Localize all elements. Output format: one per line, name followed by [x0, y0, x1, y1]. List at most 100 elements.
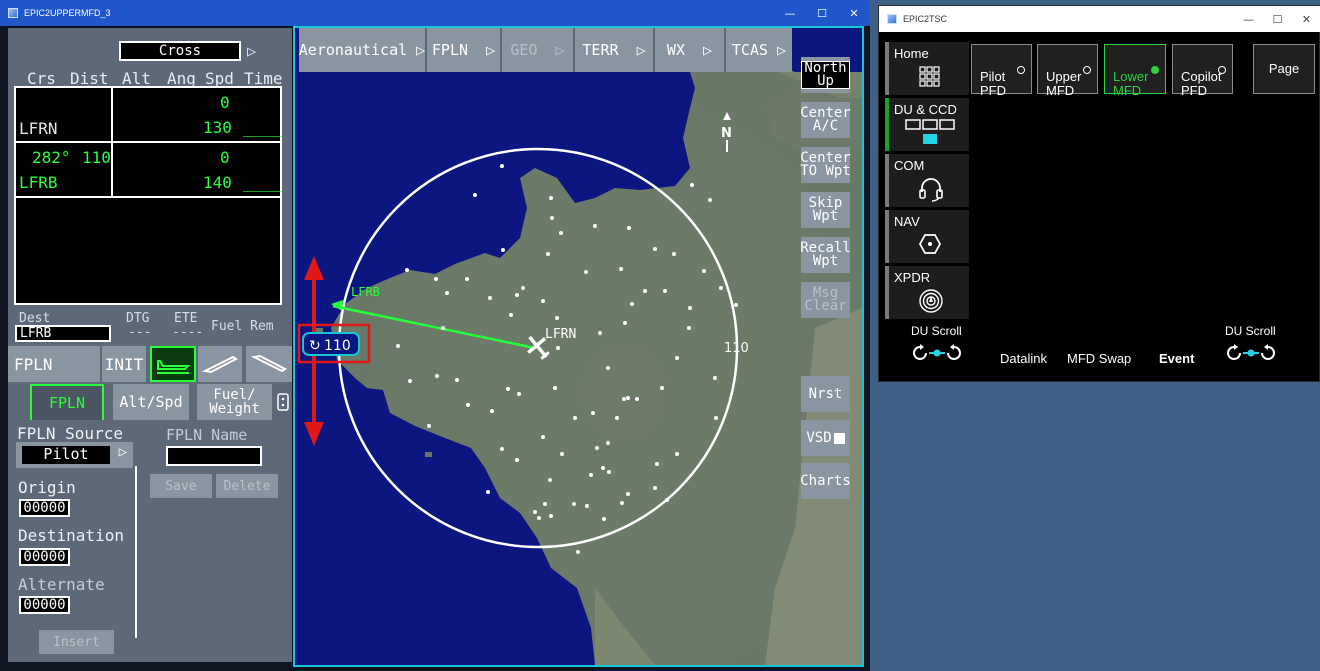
- ete-value: ----: [172, 325, 204, 340]
- tab-fpln-map[interactable]: FPLN ▷: [427, 28, 502, 72]
- delete-button[interactable]: Delete: [216, 474, 278, 498]
- radio-icon: [1218, 66, 1226, 74]
- origin-label: Origin: [18, 478, 76, 497]
- dtg-label: DTG: [126, 311, 150, 326]
- tab-wx[interactable]: WX ▷: [655, 28, 726, 72]
- tab-geo[interactable]: GEO ▷: [502, 28, 575, 72]
- course-mode-next-icon[interactable]: ▷: [247, 42, 256, 60]
- nav-xpdr[interactable]: XPDR: [885, 266, 969, 319]
- aircraft-descent-icon: [250, 354, 287, 373]
- tab-aircraft-descent[interactable]: [246, 346, 292, 382]
- radio-selected-icon: [1151, 66, 1159, 74]
- leg-waypoint[interactable]: LFRN: [19, 119, 58, 138]
- leg-waypoint[interactable]: LFRB: [19, 173, 58, 192]
- nrst-button[interactable]: Nrst: [801, 376, 850, 412]
- fpln-source-select[interactable]: Pilot ▷: [16, 442, 133, 468]
- divider: [135, 466, 137, 638]
- du-scroll-right-label: DU Scroll: [1225, 324, 1276, 338]
- scroll-knob-icon: [1227, 344, 1275, 360]
- center-to-wpt-button[interactable]: Center TO Wpt: [800, 147, 851, 183]
- dtg-value: ---: [128, 325, 152, 340]
- nav-du-ccd[interactable]: DU & CCD: [885, 98, 969, 151]
- tab-terr[interactable]: TERR ▷: [575, 28, 655, 72]
- du-scroll-left-knob[interactable]: [911, 344, 963, 362]
- nav-home[interactable]: Home: [885, 42, 969, 95]
- subtab-alt-spd[interactable]: Alt/Spd: [113, 384, 189, 420]
- range-value: 110: [324, 338, 351, 354]
- range-icon: ↻: [309, 338, 321, 354]
- window-title: EPIC2TSC: [903, 14, 948, 24]
- du-scroll-right-knob[interactable]: [1225, 344, 1277, 362]
- skip-wpt-button[interactable]: Skip Wpt: [801, 192, 850, 228]
- destination-field[interactable]: 00000: [19, 548, 70, 566]
- aircraft-climb-icon: [201, 355, 238, 374]
- vsd-button[interactable]: VSD: [801, 420, 850, 456]
- page-button[interactable]: Page: [1253, 44, 1315, 94]
- copilot-pfd-button[interactable]: Copilot PFD: [1172, 44, 1233, 98]
- recall-wpt-button[interactable]: Recall Wpt: [800, 237, 851, 273]
- mfd-titlebar[interactable]: EPIC2UPPERMFD_3 — ☐ ✕: [0, 0, 870, 26]
- close-button[interactable]: ✕: [838, 0, 870, 26]
- radio-icon: [1083, 66, 1091, 74]
- msg-clear-button[interactable]: Msg Clear: [801, 282, 850, 318]
- leg-time: ____: [243, 173, 282, 192]
- transponder-icon: [919, 289, 943, 313]
- charts-button[interactable]: Charts: [800, 463, 851, 499]
- headset-icon: [919, 178, 943, 202]
- maximize-button[interactable]: ☐: [1263, 6, 1292, 32]
- close-button[interactable]: ✕: [1292, 6, 1320, 32]
- tab-aircraft-ground[interactable]: [150, 346, 196, 382]
- leg-time: ____: [243, 118, 282, 137]
- upper-mfd-button[interactable]: Upper MFD: [1037, 44, 1098, 98]
- nav-com[interactable]: COM: [885, 154, 969, 207]
- tab-init[interactable]: INIT: [102, 346, 148, 382]
- pilot-pfd-button[interactable]: Pilot PFD: [971, 44, 1032, 98]
- vor-hexagon-icon: [918, 234, 942, 254]
- radio-icon: [1017, 66, 1025, 74]
- tab-tcas[interactable]: TCAS ▷: [726, 28, 792, 72]
- nav-nav[interactable]: NAV: [885, 210, 969, 263]
- mfd-swap-button[interactable]: MFD Swap: [1067, 351, 1131, 366]
- map-canvas: N LFRN LFRB 110 ↻ 110: [295, 28, 862, 665]
- map-display[interactable]: N LFRN LFRB 110 ↻ 110 Aeronautical ▷ FPL…: [293, 26, 864, 667]
- insert-button[interactable]: Insert: [39, 630, 114, 654]
- fpln-source-value: Pilot: [22, 446, 110, 464]
- home-grid-icon: [919, 66, 940, 87]
- datalink-button[interactable]: Datalink: [1000, 351, 1047, 366]
- dest-label: Dest: [19, 311, 51, 326]
- fuel-rem-label: Fuel Rem: [211, 319, 274, 334]
- minimize-button[interactable]: —: [1234, 6, 1263, 32]
- origin-field[interactable]: 00000: [19, 499, 70, 517]
- minimize-button[interactable]: —: [774, 0, 806, 26]
- leg-crs: 282°: [32, 148, 71, 167]
- range-ring-label: 110: [724, 341, 749, 356]
- scroll-knob-icon: [913, 344, 961, 360]
- tsc-window: EPIC2TSC — ☐ ✕ Home DU & CCD COM NAV XPD…: [878, 5, 1320, 382]
- fms-panel: Cross ▷ Crs Dist Alt Ang Spd Time 0 LFRN…: [8, 28, 292, 662]
- keypad-icon[interactable]: [274, 384, 292, 420]
- fpln-source-panel: FPLN Source Pilot ▷ Origin 00000 Destina…: [8, 420, 292, 662]
- leg-table: 0 LFRN 130 ____ 282° 110 0 LFRB 140 ____: [14, 86, 282, 305]
- subtab-fuel-weight[interactable]: Fuel/ Weight: [197, 384, 272, 420]
- save-button[interactable]: Save: [150, 474, 212, 498]
- course-mode-select[interactable]: Cross: [119, 41, 241, 61]
- fpln-name-label: FPLN Name: [166, 426, 248, 444]
- waypoint-lfrn-label: LFRN: [545, 327, 576, 342]
- waypoint-lfrb-label: LFRB: [351, 285, 380, 299]
- display-units-icon: [905, 119, 955, 144]
- north-up-button[interactable]: North Up: [801, 57, 850, 93]
- fpln-name-field[interactable]: [166, 446, 262, 466]
- fms-tab-row: FPLN INIT: [8, 346, 292, 382]
- tab-aircraft-climb[interactable]: [198, 346, 244, 382]
- maximize-button[interactable]: ☐: [806, 0, 838, 26]
- tab-fpln[interactable]: FPLN: [8, 346, 102, 382]
- alternate-field[interactable]: 00000: [19, 596, 70, 614]
- dest-field[interactable]: LFRB: [15, 325, 111, 342]
- fpln-source-label: FPLN Source: [17, 424, 123, 443]
- tsc-titlebar[interactable]: EPIC2TSC — ☐ ✕: [879, 6, 1320, 32]
- tab-aeronautical[interactable]: Aeronautical ▷: [299, 28, 427, 72]
- event-button[interactable]: Event: [1159, 351, 1194, 366]
- center-ac-button[interactable]: Center A/C: [800, 102, 851, 138]
- subtab-fpln[interactable]: FPLN: [30, 384, 104, 420]
- lower-mfd-button[interactable]: Lower MFD: [1104, 44, 1166, 98]
